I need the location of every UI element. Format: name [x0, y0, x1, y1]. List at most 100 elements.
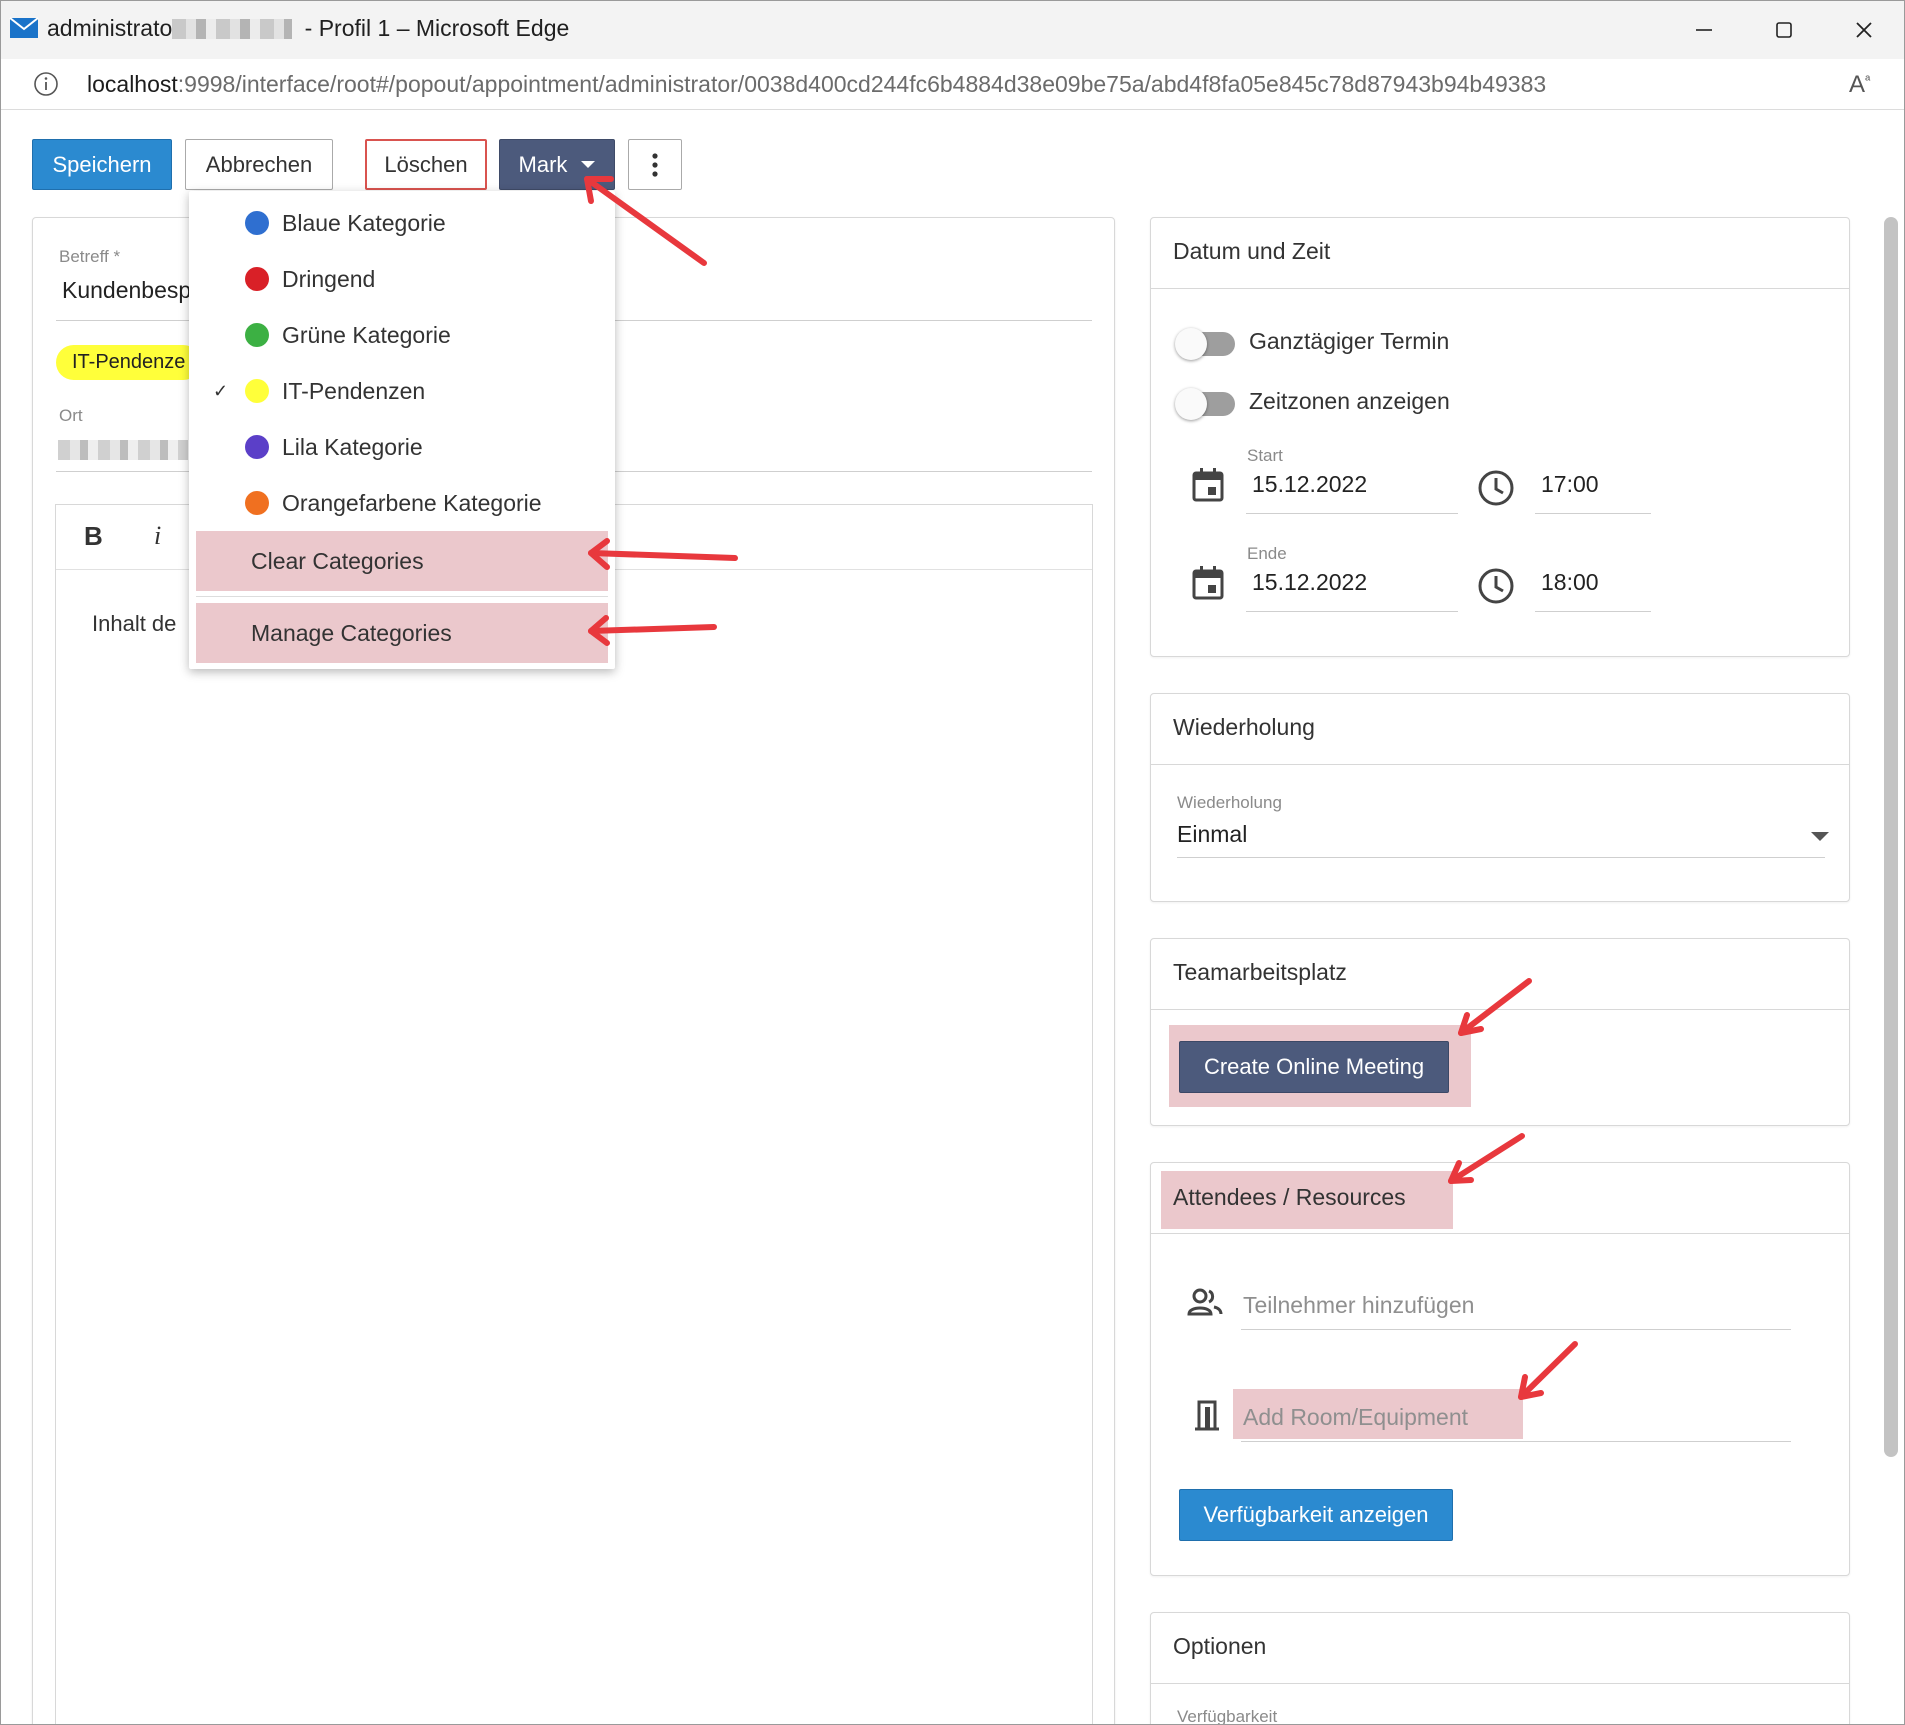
category-chip[interactable]: IT-Pendenze	[56, 345, 202, 380]
category-color-dot	[245, 379, 269, 403]
manage-categories-item[interactable]: Manage Categories	[196, 603, 608, 663]
url-path: :9998/interface/root#/popout/appointment…	[177, 71, 1547, 97]
end-date-underline	[1246, 611, 1458, 612]
close-icon	[1856, 22, 1872, 38]
end-time-input[interactable]: 18:00	[1541, 569, 1599, 596]
maximize-icon	[1776, 22, 1792, 38]
mark-category-menu: Blaue Kategorie Dringend Grüne Kategorie…	[189, 191, 615, 669]
more-options-button[interactable]	[628, 139, 682, 190]
create-online-meeting-button[interactable]: Create Online Meeting	[1179, 1041, 1449, 1093]
category-color-dot	[245, 435, 269, 459]
show-availability-button[interactable]: Verfügbarkeit anzeigen	[1179, 1489, 1453, 1541]
menu-item-orangefarbene-kategorie[interactable]: Orangefarbene Kategorie	[189, 475, 615, 531]
window-title-prefix: administrato	[47, 15, 173, 41]
end-time-underline	[1535, 611, 1651, 612]
add-attendee-input[interactable]: Teilnehmer hinzufügen	[1243, 1292, 1474, 1319]
teams-panel-header: Teamarbeitsplatz	[1151, 939, 1849, 1010]
datetime-panel-header: Datum und Zeit	[1151, 218, 1849, 289]
menu-item-label: Lila Kategorie	[282, 433, 423, 460]
menu-item-lila-kategorie[interactable]: Lila Kategorie	[189, 419, 615, 475]
read-aloud-icon[interactable]: Aᵃ	[1849, 71, 1870, 99]
minimize-icon	[1696, 29, 1712, 31]
start-date-underline	[1246, 513, 1458, 514]
menu-item-dringend[interactable]: Dringend	[189, 251, 615, 307]
recurrence-panel-header: Wiederholung	[1151, 694, 1849, 765]
menu-item-label: Orangefarbene Kategorie	[282, 489, 542, 516]
subject-input[interactable]: Kundenbesp	[62, 277, 191, 304]
room-underline	[1241, 1441, 1791, 1442]
recurrence-panel-title: Wiederholung	[1173, 714, 1315, 740]
menu-item-gruene-kategorie[interactable]: Grüne Kategorie	[189, 307, 615, 363]
minimize-button[interactable]	[1681, 11, 1727, 49]
window-title-suffix: - Profil 1 – Microsoft Edge	[298, 15, 570, 41]
redacted-username	[172, 19, 293, 39]
location-input[interactable]	[58, 440, 188, 460]
cancel-button[interactable]: Abbrechen	[185, 139, 333, 190]
browser-window: administrato - Profil 1 – Microsoft Edge…	[0, 0, 1905, 1725]
menu-item-label: IT-Pendenzen	[282, 377, 426, 404]
manage-categories-label: Manage Categories	[251, 619, 452, 646]
recurrence-label: Wiederholung	[1177, 793, 1282, 812]
category-color-dot	[245, 267, 269, 291]
start-time-input[interactable]: 17:00	[1541, 471, 1599, 498]
end-date-input[interactable]: 15.12.2022	[1252, 569, 1367, 596]
subject-label: Betreff *	[59, 247, 121, 266]
allday-label: Ganztägiger Termin	[1249, 328, 1450, 354]
timezones-toggle[interactable]	[1175, 388, 1235, 420]
people-icon	[1187, 1288, 1223, 1316]
mark-button-label: Mark	[518, 151, 568, 177]
options-panel-title: Optionen	[1173, 1633, 1267, 1659]
body-editor[interactable]: B i Inhalt de	[55, 504, 1093, 1724]
close-button[interactable]	[1841, 11, 1887, 49]
attendees-panel-title: Attendees / Resources	[1173, 1184, 1406, 1210]
maximize-button[interactable]	[1761, 11, 1807, 49]
category-color-dot	[245, 211, 269, 235]
attendee-underline	[1241, 1329, 1791, 1330]
menu-item-blaue-kategorie[interactable]: Blaue Kategorie	[189, 195, 615, 251]
start-time-underline	[1535, 513, 1651, 514]
checkmark-icon: ✓	[213, 380, 229, 401]
scrollbar-thumb[interactable]	[1884, 217, 1898, 1457]
italic-button[interactable]: i	[154, 521, 161, 551]
menu-item-it-pendenzen[interactable]: ✓ IT-Pendenzen	[189, 363, 615, 419]
url-host: localhost	[87, 71, 178, 97]
end-label: Ende	[1247, 544, 1287, 563]
bold-button[interactable]: B	[84, 521, 103, 552]
info-icon[interactable]	[33, 71, 59, 97]
dropdown-caret-icon[interactable]	[1811, 832, 1829, 841]
menu-item-label: Grüne Kategorie	[282, 321, 451, 348]
clock-icon[interactable]	[1477, 567, 1515, 605]
teams-panel-title: Teamarbeitsplatz	[1173, 959, 1347, 985]
more-vertical-icon	[652, 152, 658, 177]
clock-icon[interactable]	[1477, 469, 1515, 507]
add-room-input[interactable]: Add Room/Equipment	[1243, 1404, 1468, 1431]
allday-toggle[interactable]	[1175, 328, 1235, 360]
menu-item-label: Dringend	[282, 265, 376, 292]
recurrence-select[interactable]: Einmal	[1177, 821, 1247, 848]
url-text[interactable]: localhost:9998/interface/root#/popout/ap…	[87, 71, 1546, 98]
calendar-icon[interactable]	[1191, 565, 1225, 601]
calendar-icon[interactable]	[1191, 467, 1225, 503]
title-bar: administrato - Profil 1 – Microsoft Edge	[1, 1, 1904, 59]
availability-label: Verfügbarkeit	[1177, 1707, 1278, 1725]
address-bar[interactable]: localhost:9998/interface/root#/popout/ap…	[1, 59, 1904, 110]
menu-item-label: Blaue Kategorie	[282, 209, 446, 236]
door-icon	[1195, 1400, 1219, 1431]
timezones-label: Zeitzonen anzeigen	[1249, 388, 1450, 414]
delete-button[interactable]: Löschen	[365, 139, 487, 190]
menu-divider	[196, 596, 608, 597]
start-label: Start	[1247, 446, 1283, 465]
clear-categories-item[interactable]: Clear Categories	[196, 531, 608, 591]
clear-categories-label: Clear Categories	[251, 547, 424, 574]
caret-down-icon	[581, 161, 596, 168]
recurrence-underline	[1177, 857, 1825, 858]
save-button[interactable]: Speichern	[32, 139, 172, 190]
mark-dropdown-button[interactable]: Mark	[499, 139, 615, 190]
start-date-input[interactable]: 15.12.2022	[1252, 471, 1367, 498]
editor-body-text[interactable]: Inhalt de	[92, 611, 176, 637]
window-title: administrato - Profil 1 – Microsoft Edge	[47, 15, 569, 42]
datetime-panel-title: Datum und Zeit	[1173, 238, 1331, 264]
category-color-dot	[245, 323, 269, 347]
category-color-dot	[245, 491, 269, 515]
location-label: Ort	[59, 406, 83, 425]
